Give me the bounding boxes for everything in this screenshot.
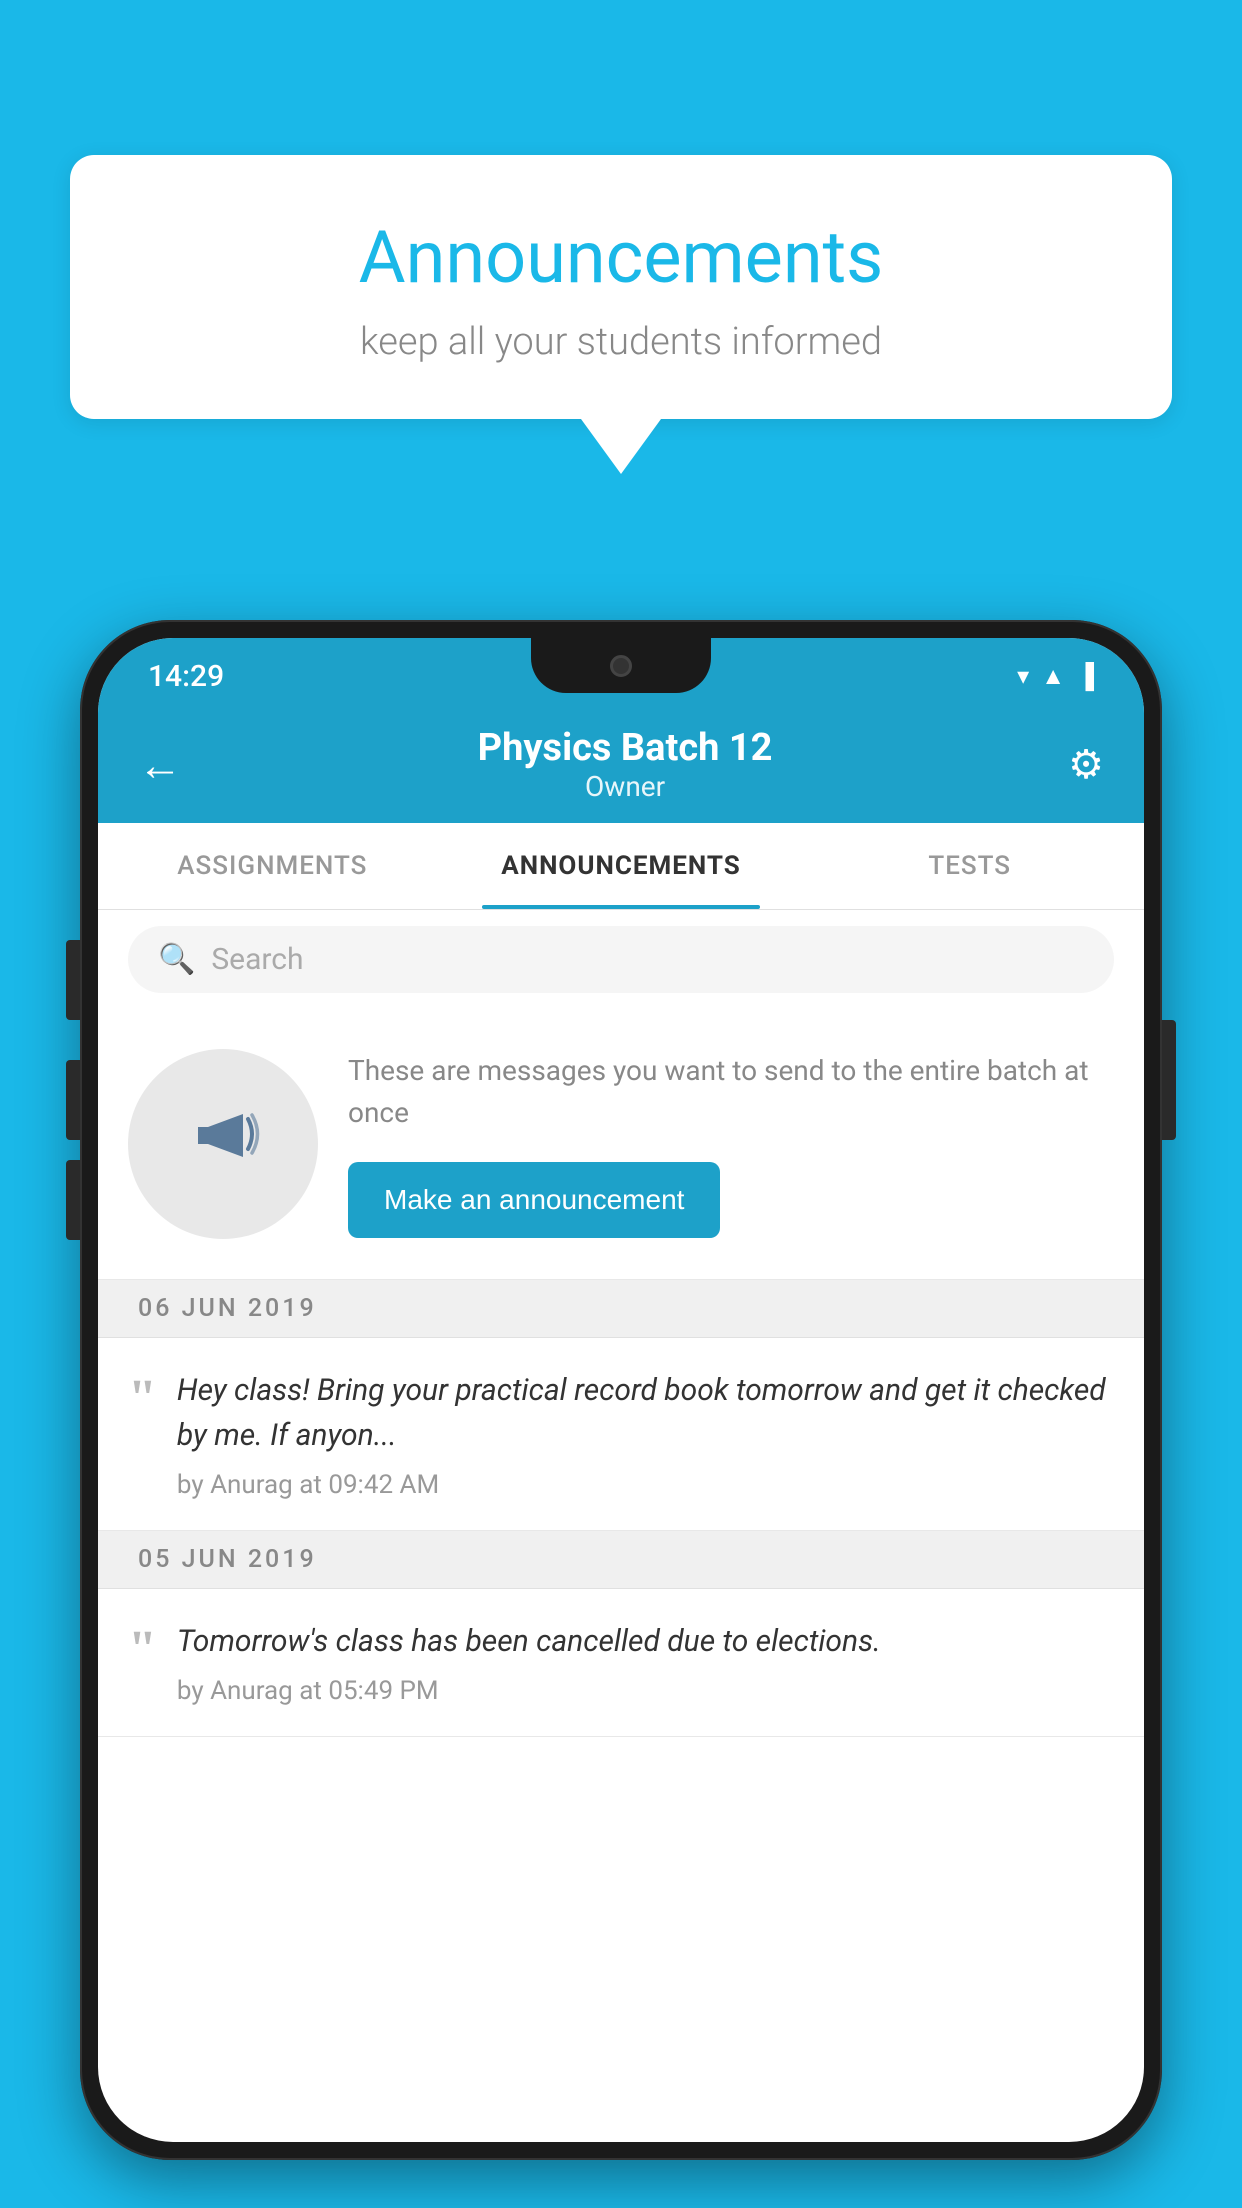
tab-announcements[interactable]: ANNOUNCEMENTS	[447, 823, 796, 909]
speech-bubble-tail	[581, 419, 661, 474]
megaphone-icon	[178, 1089, 268, 1199]
announcement-message-2: Tomorrow's class has been cancelled due …	[177, 1619, 1114, 1664]
phone-outer: 14:29 ▾ ▲ ▐ ← Physics Batch 12 Owner ⚙	[80, 620, 1162, 2160]
make-announcement-button[interactable]: Make an announcement	[348, 1162, 720, 1238]
announcement-icon-circle	[128, 1049, 318, 1239]
app-header: ← Physics Batch 12 Owner ⚙	[98, 706, 1144, 823]
search-box[interactable]: 🔍 Search	[128, 926, 1114, 993]
notch-camera	[610, 655, 632, 677]
battery-icon: ▐	[1077, 662, 1094, 691]
announcement-message-1: Hey class! Bring your practical record b…	[177, 1368, 1114, 1458]
settings-icon[interactable]: ⚙	[1068, 741, 1104, 788]
empty-state-right: These are messages you want to send to t…	[348, 1050, 1114, 1238]
announcement-content-1: Hey class! Bring your practical record b…	[177, 1368, 1114, 1500]
phone-inner: 14:29 ▾ ▲ ▐ ← Physics Batch 12 Owner ⚙	[98, 638, 1144, 2142]
empty-state: These are messages you want to send to t…	[98, 1009, 1144, 1280]
speech-bubble-title: Announcements	[120, 215, 1122, 300]
announcement-item-1[interactable]: " Hey class! Bring your practical record…	[98, 1338, 1144, 1531]
speech-bubble: Announcements keep all your students inf…	[70, 155, 1172, 419]
quote-icon-2: "	[128, 1624, 157, 1676]
search-container: 🔍 Search	[98, 910, 1144, 1009]
wifi-icon: ▾	[1017, 662, 1029, 690]
search-input[interactable]: Search	[211, 942, 303, 977]
tab-tests[interactable]: TESTS	[795, 823, 1144, 909]
search-icon: 🔍	[158, 942, 195, 977]
back-button[interactable]: ←	[138, 739, 182, 791]
empty-state-description: These are messages you want to send to t…	[348, 1050, 1114, 1134]
speech-bubble-container: Announcements keep all your students inf…	[70, 155, 1172, 474]
status-time: 14:29	[148, 659, 224, 694]
header-title-area: Physics Batch 12 Owner	[478, 726, 773, 803]
tab-assignments[interactable]: ASSIGNMENTS	[98, 823, 447, 909]
phone-wrapper: 14:29 ▾ ▲ ▐ ← Physics Batch 12 Owner ⚙	[80, 620, 1162, 2208]
signal-icon: ▲	[1041, 662, 1065, 691]
speech-bubble-subtitle: keep all your students informed	[120, 320, 1122, 364]
header-subtitle: Owner	[478, 770, 773, 803]
announcement-meta-2: by Anurag at 05:49 PM	[177, 1676, 1114, 1706]
header-title: Physics Batch 12	[478, 726, 773, 770]
phone-notch	[531, 638, 711, 693]
tabs-container: ASSIGNMENTS ANNOUNCEMENTS TESTS	[98, 823, 1144, 910]
announcement-content-2: Tomorrow's class has been cancelled due …	[177, 1619, 1114, 1706]
status-icons: ▾ ▲ ▐	[1017, 662, 1094, 691]
date-separator-2: 05 JUN 2019	[98, 1531, 1144, 1589]
date-separator-1: 06 JUN 2019	[98, 1280, 1144, 1338]
announcement-meta-1: by Anurag at 09:42 AM	[177, 1470, 1114, 1500]
quote-icon-1: "	[128, 1373, 157, 1425]
announcement-item-2[interactable]: " Tomorrow's class has been cancelled du…	[98, 1589, 1144, 1737]
